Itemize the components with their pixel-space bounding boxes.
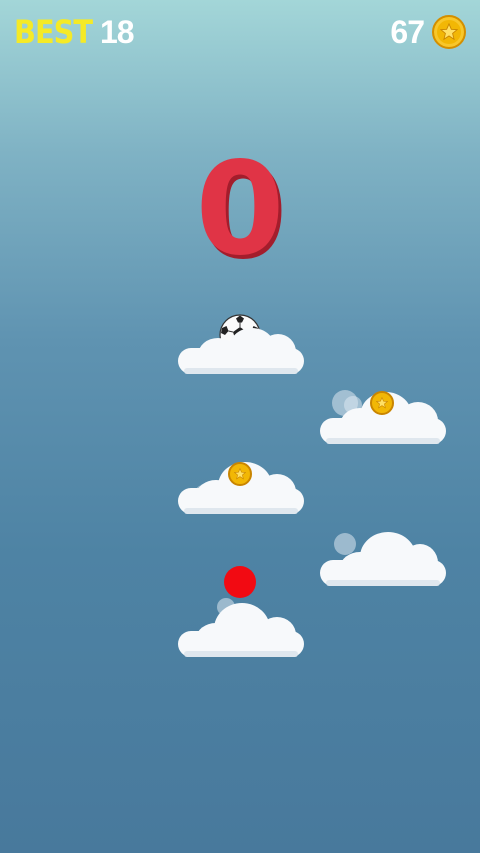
cloud-platform xyxy=(178,318,304,374)
cloud-platform xyxy=(320,530,446,586)
red-ball-icon xyxy=(224,566,256,598)
star-coin-icon xyxy=(228,462,252,486)
star-coin-icon xyxy=(432,15,466,49)
game-screen[interactable]: BEST 18 67 0 xyxy=(0,0,480,853)
best-value: 18 xyxy=(99,14,135,50)
cloud-platform xyxy=(178,601,304,657)
best-score: BEST 18 xyxy=(14,12,135,52)
coin-count: 67 xyxy=(390,13,425,50)
best-label: BEST xyxy=(14,13,93,51)
current-score: 0 xyxy=(195,135,285,284)
coin-counter: 67 xyxy=(390,12,466,52)
star-coin-icon xyxy=(370,391,394,415)
